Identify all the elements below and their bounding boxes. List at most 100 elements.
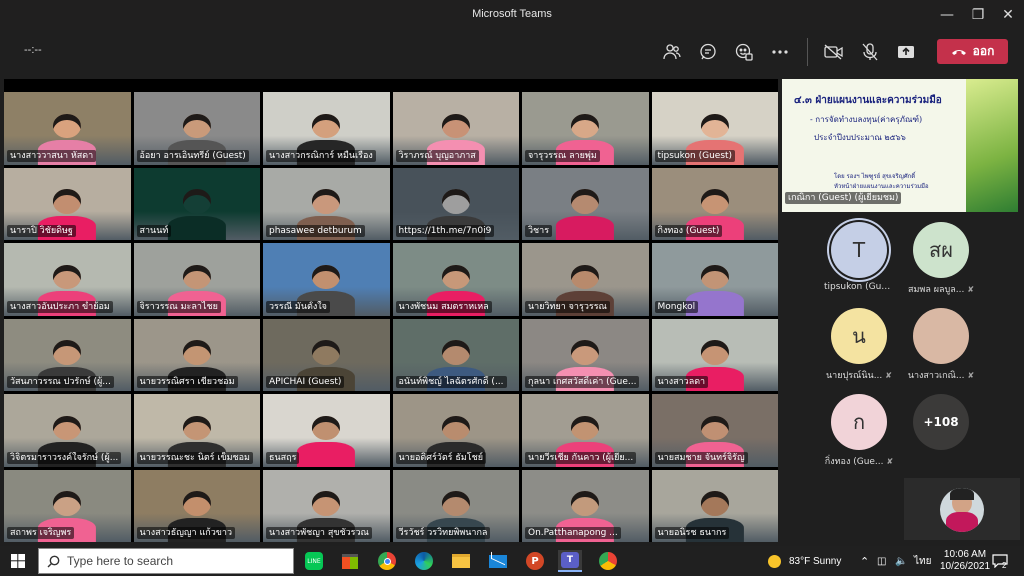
roster-participant[interactable]: นนายปุรณ์นิน... ✘	[824, 308, 894, 382]
slide-presenter-role: หัวหน้าฝ่ายแผนงานและความร่วมมือ	[834, 183, 929, 190]
participant-name: กุลนา เกศสวัสดิ์เค่า (Gue...	[525, 376, 640, 388]
maximize-icon[interactable]: ❐	[968, 5, 988, 25]
participant-name: จิราวรรณ มะลาไชย	[136, 300, 221, 313]
participant-tile[interactable]: นายอนิรช ธนากร	[651, 469, 778, 542]
participant-tile[interactable]: นางสาวลดา	[651, 318, 778, 391]
participant-name: นายวรรณะชะ นิตร์ เข็มชอม	[136, 451, 253, 464]
participant-tile[interactable]: APICHAI (Guest)	[263, 318, 390, 391]
participant-name: วิจิตรมาราวรงค์ใจรักษ์ (ผู้...	[7, 451, 122, 464]
participant-tile[interactable]: ธนสฤร	[263, 394, 390, 467]
participant-tile[interactable]: วัสนภาวรรณ ปวรักษ์ (ผู้...	[4, 318, 131, 391]
weather-widget[interactable]: 83°F Sunny	[768, 546, 841, 576]
search-icon	[47, 555, 60, 568]
volume-icon[interactable]: 🔈	[895, 546, 907, 576]
participant-tile[interactable]: นางสาวธัญญา แก้วขาว	[133, 469, 260, 542]
participant-name: นางสาวพัชญา สุขชัวรวณ	[266, 527, 372, 539]
store-icon[interactable]	[338, 550, 362, 572]
self-view[interactable]	[904, 478, 1020, 540]
participant-name: นายวรรณิศรา เขียวชอม	[136, 376, 238, 388]
participant-tile[interactable]: วิจิตรมาราวรงค์ใจรักษ์ (ผู้...	[4, 394, 131, 467]
participant-name: Mongkol	[654, 300, 699, 313]
participant-tile[interactable]: https://1th.me/7n0i9	[392, 167, 519, 240]
participant-tile[interactable]: นาราปิ วิชัยดิษฐ	[4, 167, 131, 240]
participant-tile[interactable]: นางสาวอันประภา ขำย้อม	[4, 243, 131, 316]
participant-tile[interactable]: นายสมชาย จันทร์จิรัญ	[651, 394, 778, 467]
reactions-icon[interactable]	[733, 41, 755, 63]
participant-tile[interactable]: phasawee detburum	[263, 167, 390, 240]
participant-grid: นางสาววาสนา หัสดา อ้อยา อารเอินทรีย์ (Gue…	[4, 92, 778, 542]
roster-name-row: นายปุรณ์นิน... ✘	[824, 368, 894, 382]
avatar	[913, 308, 969, 364]
slide-subtext: ประจำปีงบประมาณ ๒๕๖๖	[814, 133, 906, 142]
sun-icon	[768, 554, 781, 568]
chrome-profile-icon[interactable]	[596, 550, 620, 572]
teams-icon[interactable]: T	[558, 550, 582, 572]
clock[interactable]: 10:06 AM 10/26/2021	[940, 546, 990, 576]
participant-tile[interactable]: จารุวรรณ ลายพุ่ม	[522, 92, 649, 165]
chat-icon[interactable]	[697, 41, 719, 63]
share-screen-icon[interactable]	[895, 41, 917, 63]
participant-tile[interactable]: Mongkol	[651, 243, 778, 316]
participant-tile[interactable]: นายวรรณะชะ นิตร์ เข็มชอม	[133, 394, 260, 467]
line-app-icon[interactable]: LINE	[302, 550, 326, 572]
leave-button[interactable]: ออก	[937, 39, 1008, 64]
meeting-toolbar: --:-- ออก	[0, 30, 1024, 74]
language-indicator[interactable]: ไทย	[914, 546, 931, 576]
participant-tile[interactable]: จิราวรรณ มะลาไชย	[133, 243, 260, 316]
participants-icon[interactable]	[661, 41, 683, 63]
chevron-up-icon[interactable]: ⌃	[860, 546, 869, 576]
participant-tile[interactable]: อนันท์พิชญ์ ไลฉัตรศักดิ์ (...	[392, 318, 519, 391]
participant-tile[interactable]: นายอดิศร์วัตร์ ธัมโชย์	[392, 394, 519, 467]
window-title: Microsoft Teams	[472, 8, 552, 20]
mail-icon[interactable]	[486, 550, 510, 572]
participant-name: อ้อยา อารเอินทรีย์ (Guest)	[136, 149, 249, 162]
roster-participant[interactable]: กกิ่งทอง (Gue... ✘	[824, 394, 894, 468]
roster-participant[interactable]: สผ สมพล ผลบูล... ✘	[906, 222, 976, 296]
participant-tile[interactable]: นางสาวกรณิการ์ หมื่นเรือง	[263, 92, 390, 165]
participant-tile[interactable]: สถาพร เจริญพร	[4, 469, 131, 542]
participant-tile[interactable]: นายวิทยา จารุวรรณ	[522, 243, 649, 316]
network-icon[interactable]: ◫	[877, 546, 886, 576]
participant-roster: Ttipsukon (Guest...สผสมพล ผลบูล...✘นนายป…	[782, 218, 1018, 478]
participant-video	[556, 189, 615, 240]
mic-off-icon[interactable]	[859, 41, 881, 63]
powerpoint-icon[interactable]: P	[523, 550, 547, 572]
participant-name: นายวิทยา จารุวรรณ	[525, 300, 610, 313]
roster-participant[interactable]: Ttipsukon (Guest...	[824, 222, 894, 292]
mic-muted-icon: ✘	[886, 456, 894, 466]
participant-tile[interactable]: On.Patthanapong ...	[522, 469, 649, 542]
taskbar-search-box[interactable]: Type here to search	[38, 548, 294, 574]
slide-decoration	[966, 79, 1018, 212]
edge-icon[interactable]	[412, 550, 436, 572]
roster-name-row: กิ่งทอง (Gue... ✘	[824, 454, 894, 468]
notification-icon[interactable]: 2	[992, 546, 1008, 576]
participant-tile[interactable]: วิชาร	[522, 167, 649, 240]
more-options-icon[interactable]	[769, 41, 791, 63]
shared-content-slide[interactable]: ๔.๓ ฝ่ายแผนงานและความร่วมมือ - การจัดทำง…	[782, 79, 1018, 212]
close-icon[interactable]: ✕	[998, 5, 1018, 25]
minimize-icon[interactable]: —	[937, 5, 957, 25]
participant-tile[interactable]: นายวีรเชีย กันคาว (ผู้เยีย...	[522, 394, 649, 467]
participant-tile[interactable]: อ้อยา อารเอินทรีย์ (Guest)	[133, 92, 260, 165]
participant-tile[interactable]: วรรณี มั่นตั้งใจ	[263, 243, 390, 316]
participant-name: นายอนิรช ธนากร	[654, 527, 730, 539]
participant-tile[interactable]: นางพัชนม สมตราหเหล	[392, 243, 519, 316]
roster-participant[interactable]: +108	[906, 394, 976, 450]
participant-tile[interactable]: นางสาวพัชญา สุขชัวรวณ	[263, 469, 390, 542]
participant-tile[interactable]: tipsukon (Guest)	[651, 92, 778, 165]
roster-name-row: tipsukon (Guest...	[824, 282, 894, 292]
participant-name: APICHAI (Guest)	[266, 376, 345, 388]
participant-tile[interactable]: นายวรรณิศรา เขียวชอม	[133, 318, 260, 391]
participant-tile[interactable]: วีรวัชร์ วรวิทยพิพนากล	[392, 469, 519, 542]
participant-tile[interactable]: วิราภรณ์ บุญอาภาส	[392, 92, 519, 165]
chrome-icon[interactable]	[375, 550, 399, 572]
camera-off-icon[interactable]	[823, 41, 845, 63]
slide-bullet: - การจัดทำงบลงทุน(ค่าครุภัณฑ์)	[810, 115, 923, 124]
participant-tile[interactable]: กุลนา เกศสวัสดิ์เค่า (Gue...	[522, 318, 649, 391]
windows-start-icon[interactable]	[6, 550, 30, 572]
participant-tile[interactable]: สานนท์	[133, 167, 260, 240]
participant-tile[interactable]: กิ่งทอง (Guest)	[651, 167, 778, 240]
file-explorer-icon[interactable]	[449, 550, 473, 572]
participant-tile[interactable]: นางสาววาสนา หัสดา	[4, 92, 131, 165]
roster-participant[interactable]: นางสาวเกณิ... ✘	[906, 308, 976, 382]
